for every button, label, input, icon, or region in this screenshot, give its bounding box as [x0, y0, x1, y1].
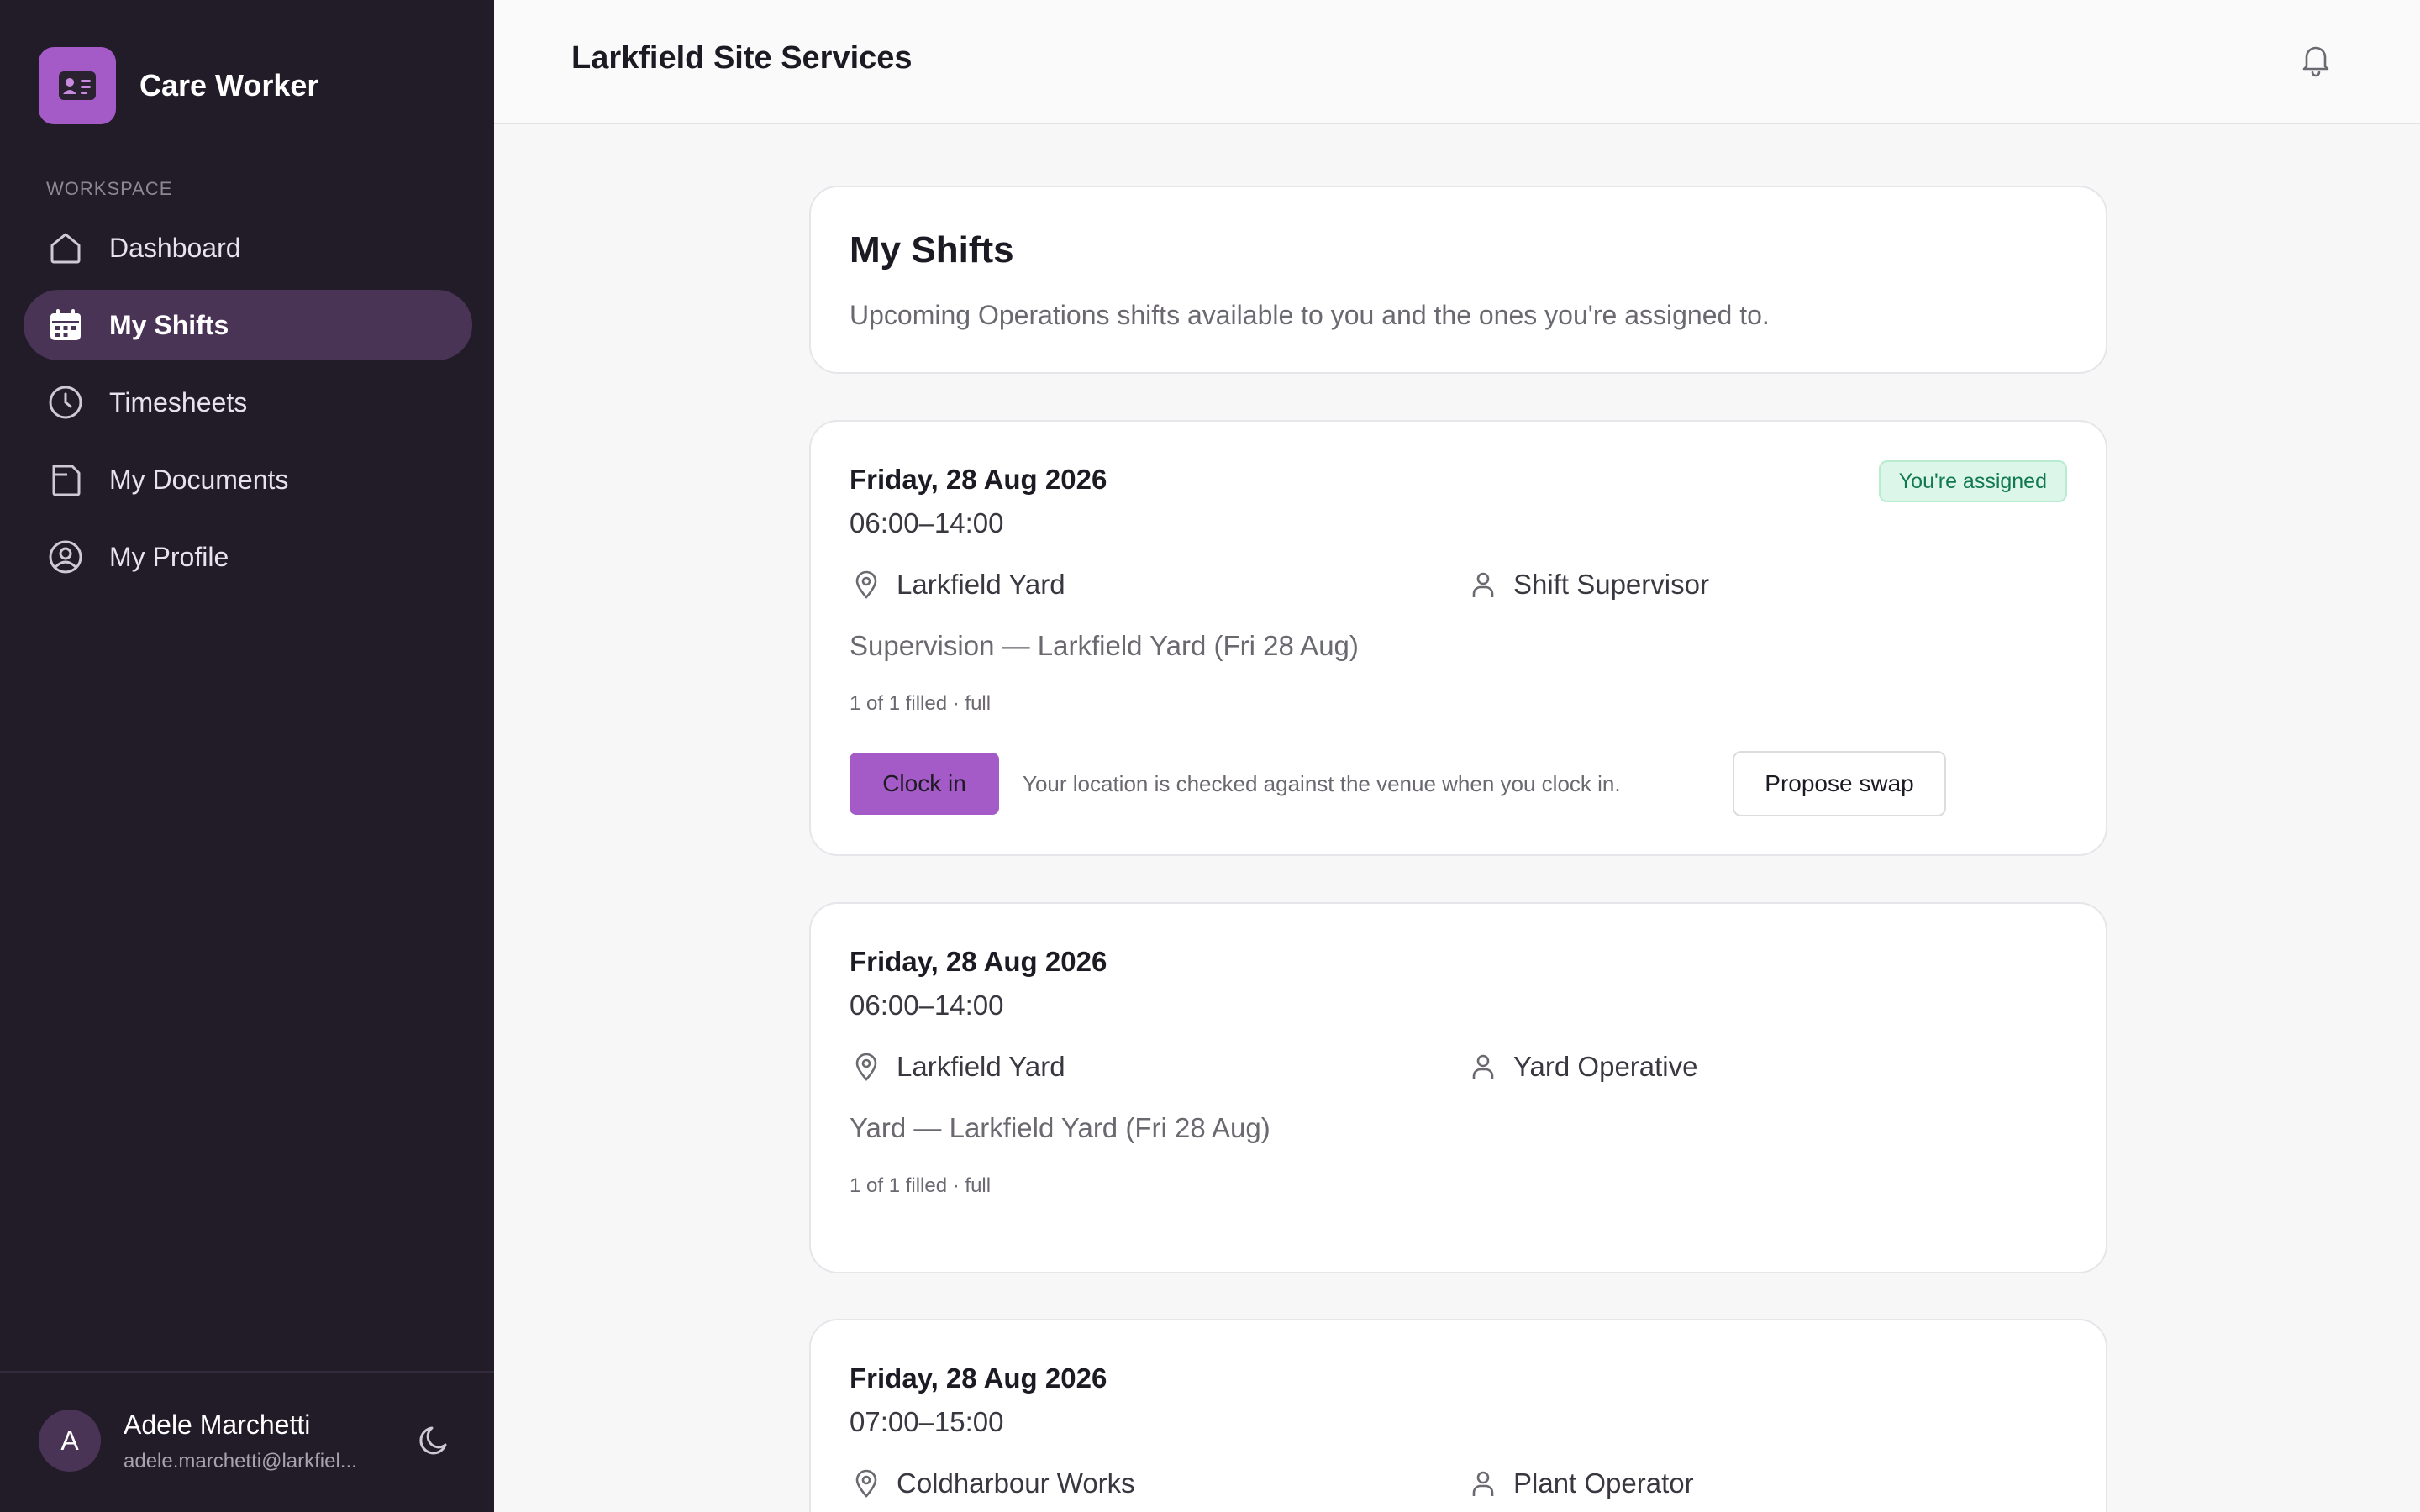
propose-swap-button[interactable]: Propose swap	[1733, 751, 1946, 816]
sidebar-item-label: My Shifts	[109, 309, 229, 340]
clock-in-hint: Your location is checked against the ven…	[1023, 771, 1621, 796]
page-subtitle: Upcoming Operations shifts available to …	[850, 300, 1770, 330]
shift-fill-status: 1 of 1 filled · full	[850, 692, 992, 715]
home-icon	[47, 229, 84, 266]
sidebar: Care Worker WORKSPACE Dashboard My Shift…	[0, 0, 494, 1512]
map-pin-icon	[850, 1467, 883, 1500]
sidebar-item-label: My Profile	[109, 541, 229, 572]
shift-fill-status: 1 of 1 filled · full	[850, 1174, 992, 1197]
shift-time: 07:00–15:00	[850, 1406, 1004, 1437]
shift-role: Shift Supervisor	[1466, 568, 1709, 601]
user-panel: A Adele Marchetti adele.marchetti@larkfi…	[0, 1371, 494, 1512]
shift-role-label: Yard Operative	[1513, 1051, 1698, 1082]
shift-card: Friday, 28 Aug 2026 06:00–14:00 Larkfiel…	[809, 902, 2107, 1273]
shift-time: 06:00–14:00	[850, 507, 1004, 538]
shift-description: Yard — Larkfield Yard (Fri 28 Aug)	[850, 1112, 1270, 1143]
sidebar-item-my-profile[interactable]: My Profile	[24, 522, 472, 592]
sidebar-item-label: My Documents	[109, 464, 289, 495]
person-icon	[1466, 568, 1500, 601]
shift-location: Larkfield Yard	[850, 568, 1065, 601]
clock-icon	[47, 384, 84, 421]
brand-name: Care Worker	[139, 68, 319, 102]
clock-in-button[interactable]: Clock in	[850, 753, 999, 815]
page-header-card: My Shifts Upcoming Operations shifts ava…	[809, 186, 2107, 374]
document-icon	[47, 461, 84, 498]
sidebar-item-my-documents[interactable]: My Documents	[24, 444, 472, 515]
sidebar-item-label: Timesheets	[109, 386, 248, 417]
bell-icon	[2297, 40, 2334, 81]
sidebar-nav: Dashboard My Shifts Timesheets My Docume…	[24, 213, 472, 599]
user-circle-icon	[47, 538, 84, 575]
map-pin-icon	[850, 1050, 883, 1084]
shift-location: Larkfield Yard	[850, 1050, 1065, 1084]
map-pin-icon	[850, 568, 883, 601]
shift-card: Friday, 28 Aug 2026 06:00–14:00 You're a…	[809, 420, 2107, 856]
shift-date: Friday, 28 Aug 2026	[850, 1362, 1107, 1394]
theme-toggle-button[interactable]	[415, 1421, 455, 1462]
sidebar-item-my-shifts[interactable]: My Shifts	[24, 290, 472, 360]
top-header: Larkfield Site Services	[494, 0, 2420, 124]
moon-icon	[417, 1421, 454, 1462]
shift-role: Plant Operator	[1466, 1467, 1694, 1500]
notifications-button[interactable]	[2294, 39, 2338, 82]
calendar-icon	[47, 307, 84, 344]
shift-role-label: Plant Operator	[1513, 1467, 1694, 1499]
shift-role: Yard Operative	[1466, 1050, 1698, 1084]
shift-location-label: Coldharbour Works	[897, 1467, 1135, 1499]
shift-card: Friday, 28 Aug 2026 07:00–15:00 Coldharb…	[809, 1319, 2107, 1512]
id-card-icon	[39, 47, 116, 124]
shift-location: Coldharbour Works	[850, 1467, 1135, 1500]
sidebar-item-dashboard[interactable]: Dashboard	[24, 213, 472, 283]
shift-date: Friday, 28 Aug 2026	[850, 464, 1107, 495]
user-name: Adele Marchetti	[124, 1410, 311, 1440]
shift-date: Friday, 28 Aug 2026	[850, 946, 1107, 977]
person-icon	[1466, 1467, 1500, 1500]
assigned-badge: You're assigned	[1878, 460, 2067, 502]
shift-description: Supervision — Larkfield Yard (Fri 28 Aug…	[850, 630, 1359, 661]
avatar[interactable]: A	[39, 1410, 101, 1472]
shift-time: 06:00–14:00	[850, 990, 1004, 1021]
sidebar-item-label: Dashboard	[109, 232, 241, 263]
workspace-section-label: WORKSPACE	[46, 178, 173, 199]
shift-role-label: Shift Supervisor	[1513, 569, 1709, 600]
shift-location-label: Larkfield Yard	[897, 1051, 1065, 1082]
sidebar-item-timesheets[interactable]: Timesheets	[24, 367, 472, 438]
user-email: adele.marchetti@larkfiel...	[124, 1450, 357, 1473]
person-icon	[1466, 1050, 1500, 1084]
page-title: My Shifts	[850, 229, 1014, 270]
organization-name: Larkfield Site Services	[571, 40, 913, 76]
brand: Care Worker	[39, 47, 318, 124]
shift-location-label: Larkfield Yard	[897, 569, 1065, 600]
